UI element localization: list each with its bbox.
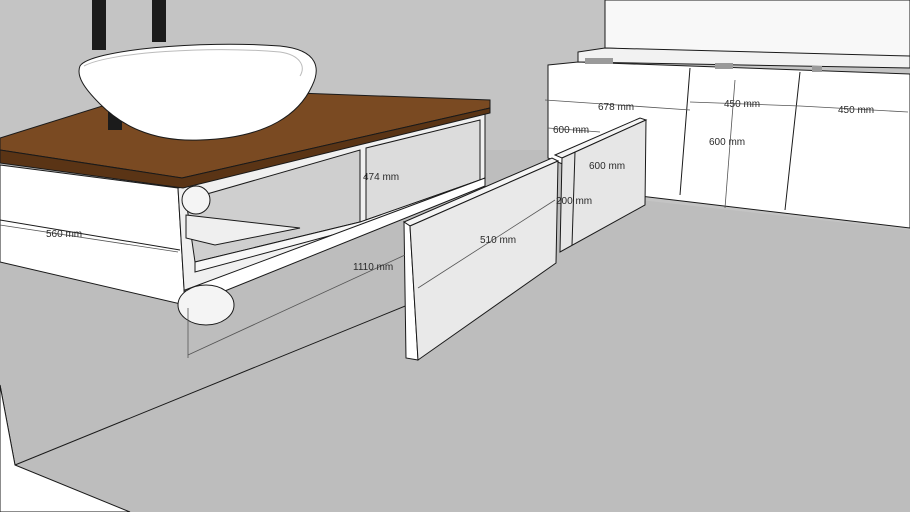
cabinet-top-slot-1 (585, 58, 613, 64)
dim-label-cabinet-678: 678 mm (598, 102, 634, 113)
dim-label-cabinet-depth: 600 mm (553, 125, 589, 136)
dim-label-front-panel-length: 510 mm (480, 235, 516, 246)
dim-label-vanity-depth: 560 mm (46, 229, 82, 240)
dim-label-cabinet-height: 600 mm (709, 137, 745, 148)
faucet-handle-right (152, 0, 166, 42)
dim-label-back-panel: 600 mm (589, 161, 625, 172)
dim-label-cabinet-450b: 450 mm (838, 105, 874, 116)
dim-label-cabinet-450a: 450 mm (724, 99, 760, 110)
cabinet-top-slot-2 (715, 63, 733, 69)
dim-label-front-panel-height: 200 mm (556, 196, 592, 207)
cabinet-top-slot-3 (812, 66, 822, 72)
drain-trap-top (181, 185, 211, 215)
drain-pipe (177, 284, 235, 326)
bathroom-vanity-model: 678 mm 450 mm 450 mm 600 mm 600 mm 600 m… (0, 0, 910, 512)
dim-label-shelf-width: 474 mm (363, 172, 399, 183)
faucet-handle-left (92, 0, 106, 50)
dim-label-vanity-length: 1110 mm (353, 262, 393, 273)
